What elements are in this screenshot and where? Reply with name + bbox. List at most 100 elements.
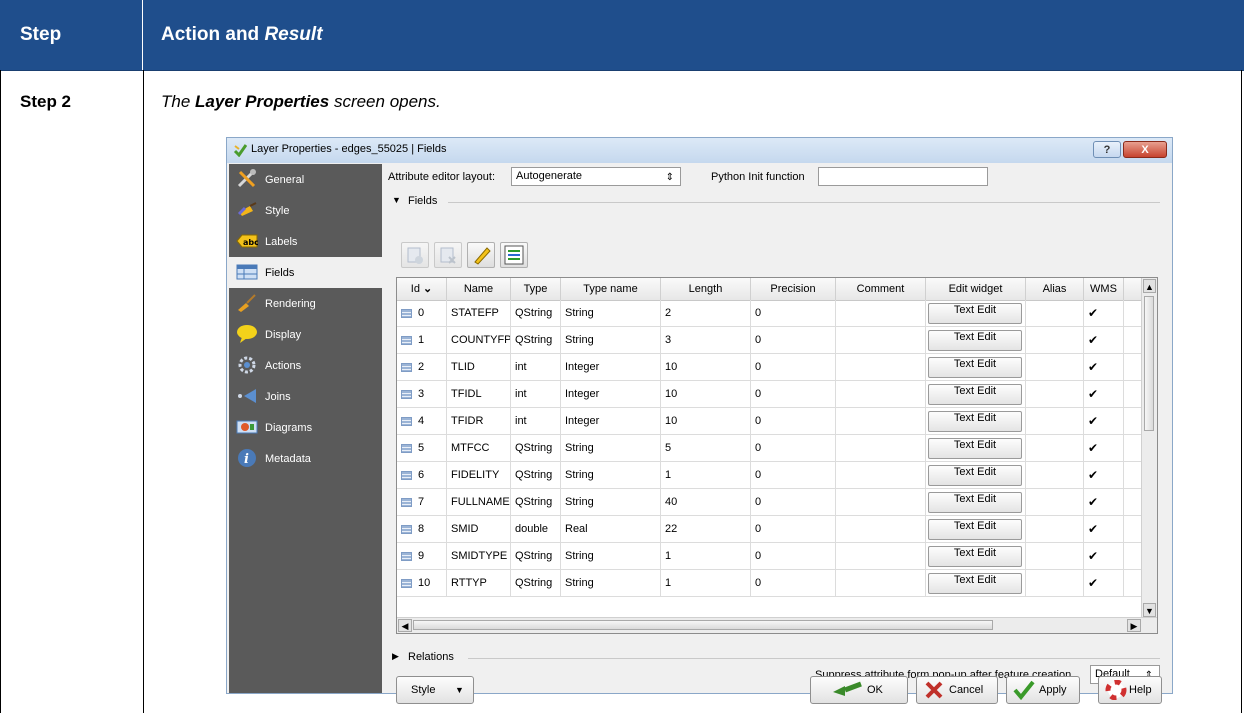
sidebar-item-diagrams[interactable]: Diagrams: [229, 412, 382, 443]
scroll-left-icon[interactable]: ◀: [398, 619, 412, 632]
cell-type: QString: [511, 300, 561, 326]
cell-widget[interactable]: Text Edit: [926, 435, 1026, 461]
wms-checkbox[interactable]: ✔: [1088, 361, 1100, 373]
cell-wms[interactable]: ✔: [1084, 327, 1124, 353]
title-help-button[interactable]: ?: [1093, 141, 1121, 158]
wms-checkbox[interactable]: ✔: [1088, 469, 1100, 481]
scroll-right-icon[interactable]: ▶: [1127, 619, 1141, 632]
edit-widget-button[interactable]: Text Edit: [928, 438, 1022, 459]
help-button[interactable]: Help: [1098, 676, 1162, 704]
wms-checkbox[interactable]: ✔: [1088, 388, 1100, 400]
table-row[interactable]: 5 MTFCC QString String 5 0 Text Edit ✔: [397, 435, 1141, 462]
fields-collapse-icon[interactable]: ▼: [392, 195, 401, 205]
new-column-button[interactable]: [401, 242, 429, 268]
table-row[interactable]: 9 SMIDTYPE QString String 1 0 Text Edit ✔: [397, 543, 1141, 570]
delete-column-button[interactable]: [434, 242, 462, 268]
wms-checkbox[interactable]: ✔: [1088, 415, 1100, 427]
table-row[interactable]: 6 FIDELITY QString String 1 0 Text Edit ✔: [397, 462, 1141, 489]
cell-wms[interactable]: ✔: [1084, 543, 1124, 569]
cell-id-text: 3: [418, 388, 425, 400]
cell-wms[interactable]: ✔: [1084, 489, 1124, 515]
edit-widget-button[interactable]: Text Edit: [928, 303, 1022, 324]
cell-wms[interactable]: ✔: [1084, 462, 1124, 488]
table-row[interactable]: 1 COUNTYFP QString String 3 0 Text Edit ✔: [397, 327, 1141, 354]
apply-button[interactable]: Apply: [1006, 676, 1080, 704]
column-header-length[interactable]: Length: [661, 278, 751, 300]
table-row[interactable]: 0 STATEFP QString String 2 0 Text Edit ✔: [397, 300, 1141, 327]
sidebar-item-joins[interactable]: Joins: [229, 381, 382, 412]
table-row[interactable]: 10 RTTYP QString String 1 0 Text Edit ✔: [397, 570, 1141, 597]
cell-widget[interactable]: Text Edit: [926, 489, 1026, 515]
wms-checkbox[interactable]: ✔: [1088, 307, 1100, 319]
table-row[interactable]: 2 TLID int Integer 10 0 Text Edit ✔: [397, 354, 1141, 381]
cell-widget[interactable]: Text Edit: [926, 354, 1026, 380]
title-close-button[interactable]: X: [1123, 141, 1167, 158]
editor-layout-select[interactable]: Autogenerate ⇕: [511, 167, 681, 186]
horizontal-scroll-thumb[interactable]: [413, 620, 993, 630]
column-header-id[interactable]: Id ⌄: [397, 278, 447, 300]
edit-widget-button[interactable]: Text Edit: [928, 465, 1022, 486]
cell-wms[interactable]: ✔: [1084, 300, 1124, 326]
cell-widget[interactable]: Text Edit: [926, 516, 1026, 542]
cell-widget[interactable]: Text Edit: [926, 408, 1026, 434]
horizontal-scrollbar[interactable]: ◀ ▶: [397, 617, 1157, 633]
sidebar-item-actions[interactable]: Actions: [229, 350, 382, 381]
sidebar-item-fields[interactable]: Fields: [229, 257, 382, 288]
cell-wms[interactable]: ✔: [1084, 570, 1124, 596]
column-header-alias[interactable]: Alias: [1026, 278, 1084, 300]
sidebar-item-general[interactable]: General: [229, 164, 382, 195]
edit-widget-button[interactable]: Text Edit: [928, 411, 1022, 432]
toggle-editing-button[interactable]: [467, 242, 495, 268]
edit-widget-button[interactable]: Text Edit: [928, 330, 1022, 351]
edit-widget-button[interactable]: Text Edit: [928, 573, 1022, 594]
cell-wms[interactable]: ✔: [1084, 408, 1124, 434]
vertical-scrollbar[interactable]: ▲ ▼: [1141, 278, 1157, 618]
wms-checkbox[interactable]: ✔: [1088, 550, 1100, 562]
sidebar-item-metadata[interactable]: i Metadata: [229, 443, 382, 474]
column-header-precision[interactable]: Precision: [751, 278, 836, 300]
edit-widget-button[interactable]: Text Edit: [928, 357, 1022, 378]
table-row[interactable]: 7 FULLNAME QString String 40 0 Text Edit ✔: [397, 489, 1141, 516]
table-row[interactable]: 8 SMID double Real 22 0 Text Edit ✔: [397, 516, 1141, 543]
edit-widget-button[interactable]: Text Edit: [928, 384, 1022, 405]
column-header-type-name[interactable]: Type name: [561, 278, 661, 300]
column-header-wms[interactable]: WMS: [1084, 278, 1124, 300]
column-header-type[interactable]: Type: [511, 278, 561, 300]
cell-widget[interactable]: Text Edit: [926, 570, 1026, 596]
cell-widget[interactable]: Text Edit: [926, 462, 1026, 488]
sidebar-item-style[interactable]: Style: [229, 195, 382, 226]
table-row[interactable]: 4 TFIDR int Integer 10 0 Text Edit ✔: [397, 408, 1141, 435]
relations-expand-icon[interactable]: ▶: [392, 651, 399, 662]
sidebar-item-rendering[interactable]: Rendering: [229, 288, 382, 319]
wms-checkbox[interactable]: ✔: [1088, 442, 1100, 454]
wms-checkbox[interactable]: ✔: [1088, 496, 1100, 508]
edit-widget-button[interactable]: Text Edit: [928, 519, 1022, 540]
edit-widget-button[interactable]: Text Edit: [928, 492, 1022, 513]
column-header-name[interactable]: Name: [447, 278, 511, 300]
cell-widget[interactable]: Text Edit: [926, 300, 1026, 326]
column-header-comment[interactable]: Comment: [836, 278, 926, 300]
cell-widget[interactable]: Text Edit: [926, 543, 1026, 569]
scroll-up-icon[interactable]: ▲: [1143, 279, 1156, 293]
cell-wms[interactable]: ✔: [1084, 516, 1124, 542]
sidebar-item-labels[interactable]: abc Labels: [229, 226, 382, 257]
python-init-input[interactable]: [818, 167, 988, 186]
field-calculator-button[interactable]: [500, 242, 528, 268]
wms-checkbox[interactable]: ✔: [1088, 334, 1100, 346]
cancel-button[interactable]: Cancel: [916, 676, 998, 704]
edit-widget-button[interactable]: Text Edit: [928, 546, 1022, 567]
column-header-widget[interactable]: Edit widget: [926, 278, 1026, 300]
table-row[interactable]: 3 TFIDL int Integer 10 0 Text Edit ✔: [397, 381, 1141, 408]
wms-checkbox[interactable]: ✔: [1088, 577, 1100, 589]
vertical-scroll-thumb[interactable]: [1144, 296, 1154, 431]
cell-widget[interactable]: Text Edit: [926, 327, 1026, 353]
sidebar-item-display[interactable]: Display: [229, 319, 382, 350]
cell-wms[interactable]: ✔: [1084, 435, 1124, 461]
scroll-down-icon[interactable]: ▼: [1143, 603, 1156, 617]
ok-button[interactable]: OK: [810, 676, 908, 704]
cell-widget[interactable]: Text Edit: [926, 381, 1026, 407]
cell-wms[interactable]: ✔: [1084, 354, 1124, 380]
cell-wms[interactable]: ✔: [1084, 381, 1124, 407]
wms-checkbox[interactable]: ✔: [1088, 523, 1100, 535]
style-menu-button[interactable]: Style ▼: [396, 676, 474, 704]
